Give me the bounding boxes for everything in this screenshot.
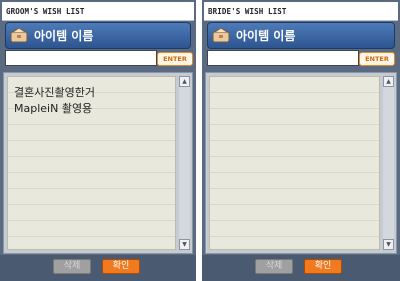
confirm-button[interactable]: 확인 bbox=[304, 259, 342, 274]
footer-bar: 삭제 확인 bbox=[202, 255, 400, 281]
search-row: ENTER bbox=[5, 50, 193, 68]
list-item[interactable]: MapleiN 촬영용 bbox=[14, 100, 92, 116]
wish-list bbox=[209, 76, 380, 250]
item-name-header: 아이템 이름 bbox=[207, 22, 395, 49]
panel-title: GROOM'S WISH LIST bbox=[6, 7, 85, 16]
scroll-down-icon[interactable]: ▼ bbox=[179, 239, 190, 250]
groom-wish-list-panel: GROOM'S WISH LIST 아이템 이름 ENTER 결혼사진촬영한거 … bbox=[0, 0, 196, 281]
delete-button[interactable]: 삭제 bbox=[53, 259, 91, 274]
confirm-button[interactable]: 확인 bbox=[102, 259, 140, 274]
enter-button[interactable]: ENTER bbox=[157, 52, 193, 66]
header-label: 아이템 이름 bbox=[34, 29, 94, 43]
scrollbar[interactable]: ▲ ▼ bbox=[179, 76, 190, 250]
item-bag-icon bbox=[10, 27, 28, 43]
wish-list: 결혼사진촬영한거 MapleiN 촬영용 bbox=[7, 76, 176, 250]
scroll-down-icon[interactable]: ▼ bbox=[383, 239, 394, 250]
delete-button[interactable]: 삭제 bbox=[255, 259, 293, 274]
header-label: 아이템 이름 bbox=[236, 29, 296, 43]
wish-list-box: 결혼사진촬영한거 MapleiN 촬영용 ▲ ▼ bbox=[3, 72, 193, 254]
item-bag-icon bbox=[212, 27, 230, 43]
scrollbar[interactable]: ▲ ▼ bbox=[383, 76, 394, 250]
search-row: ENTER bbox=[207, 50, 395, 68]
panel-title: BRIDE'S WISH LIST bbox=[208, 7, 287, 16]
scroll-up-icon[interactable]: ▲ bbox=[179, 76, 190, 87]
item-search-input[interactable] bbox=[5, 50, 157, 66]
title-bar: BRIDE'S WISH LIST bbox=[204, 2, 398, 21]
enter-button[interactable]: ENTER bbox=[359, 52, 395, 66]
footer-bar: 삭제 확인 bbox=[0, 255, 196, 281]
bride-wish-list-panel: BRIDE'S WISH LIST 아이템 이름 ENTER ▲ ▼ 삭제 확인 bbox=[202, 0, 400, 281]
item-search-input[interactable] bbox=[207, 50, 359, 66]
wish-list-box: ▲ ▼ bbox=[205, 72, 397, 254]
list-item[interactable]: 결혼사진촬영한거 bbox=[14, 84, 95, 100]
item-name-header: 아이템 이름 bbox=[5, 22, 191, 49]
title-bar: GROOM'S WISH LIST bbox=[2, 2, 194, 21]
scroll-up-icon[interactable]: ▲ bbox=[383, 76, 394, 87]
